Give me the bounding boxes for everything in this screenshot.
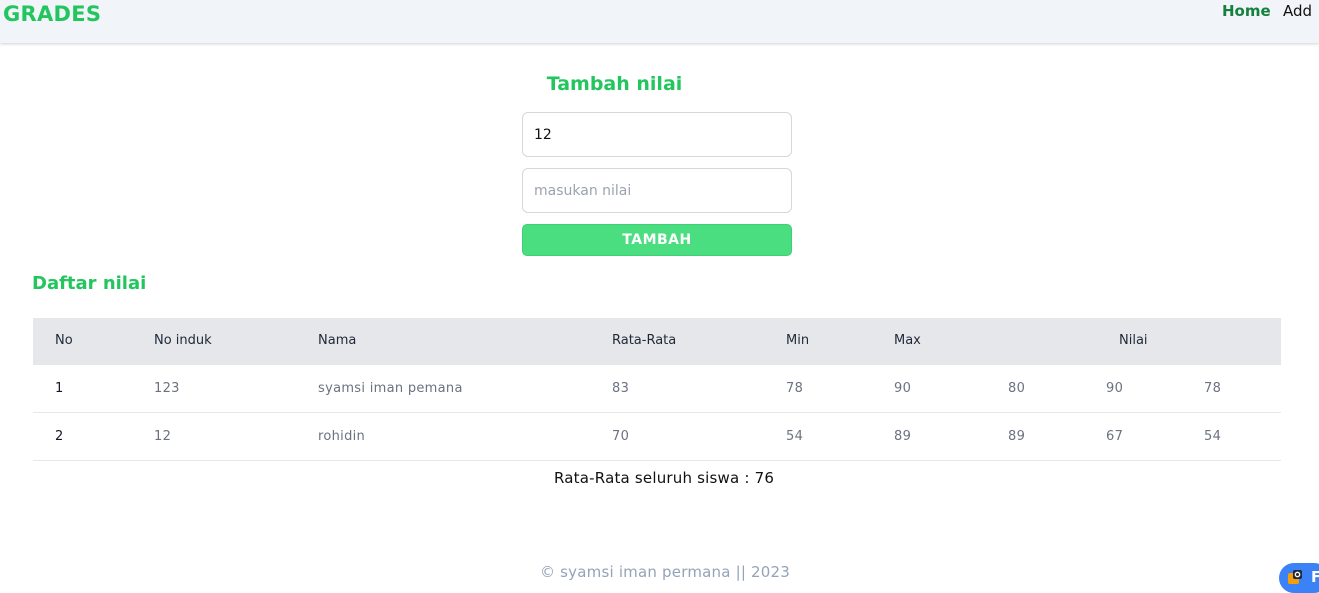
footer-copyright: © syamsi iman permana || 2023 <box>540 563 791 581</box>
cell-nilai-3: 54 <box>1204 429 1222 444</box>
header-nilai: Nilai <box>1119 333 1148 348</box>
navbar: GRADES Home Add <box>0 0 1319 43</box>
cell-rata-rata: 83 <box>612 381 630 396</box>
grades-table: No No induk Nama Rata-Rata Min Max Nilai… <box>33 318 1281 461</box>
header-no: No <box>55 333 73 348</box>
floating-widget-button[interactable]: F <box>1279 563 1319 593</box>
nav-link-add[interactable]: Add <box>1283 2 1312 20</box>
no-induk-input[interactable] <box>522 112 792 157</box>
cell-nilai-1: 89 <box>1008 429 1026 444</box>
header-max: Max <box>894 333 921 348</box>
widget-label: F <box>1311 568 1319 586</box>
cell-no: 1 <box>55 381 64 396</box>
overall-average: Rata-Rata seluruh siswa : 76 <box>554 469 775 487</box>
cell-no-induk: 12 <box>154 429 172 444</box>
cell-min: 78 <box>786 381 804 396</box>
cell-nama: syamsi iman pemana <box>318 381 463 396</box>
header-min: Min <box>786 333 810 348</box>
nilai-input[interactable] <box>522 168 792 213</box>
cell-nama: rohidin <box>318 429 366 444</box>
cell-rata-rata: 70 <box>612 429 630 444</box>
brand-logo[interactable]: GRADES <box>3 2 101 26</box>
tambah-button[interactable]: TAMBAH <box>522 224 792 256</box>
cell-max: 89 <box>894 429 912 444</box>
cell-nilai-2: 67 <box>1106 429 1124 444</box>
cell-nilai-1: 80 <box>1008 381 1026 396</box>
form-title: Tambah nilai <box>546 73 683 95</box>
cell-min: 54 <box>786 429 804 444</box>
table-header: No No induk Nama Rata-Rata Min Max Nilai <box>33 318 1281 365</box>
cell-max: 90 <box>894 381 912 396</box>
nav-link-home[interactable]: Home <box>1222 2 1271 20</box>
table-row: 2 12 rohidin 70 54 89 89 67 54 <box>33 413 1281 461</box>
header-nama: Nama <box>318 333 357 348</box>
extension-icon <box>1288 570 1302 584</box>
header-no-induk: No induk <box>154 333 212 348</box>
list-title: Daftar nilai <box>32 273 147 294</box>
cell-nilai-3: 78 <box>1204 381 1222 396</box>
cell-nilai-2: 90 <box>1106 381 1124 396</box>
header-rata-rata: Rata-Rata <box>612 333 677 348</box>
cell-no-induk: 123 <box>154 381 180 396</box>
cell-no: 2 <box>55 429 64 444</box>
table-row: 1 123 syamsi iman pemana 83 78 90 80 90 … <box>33 365 1281 413</box>
